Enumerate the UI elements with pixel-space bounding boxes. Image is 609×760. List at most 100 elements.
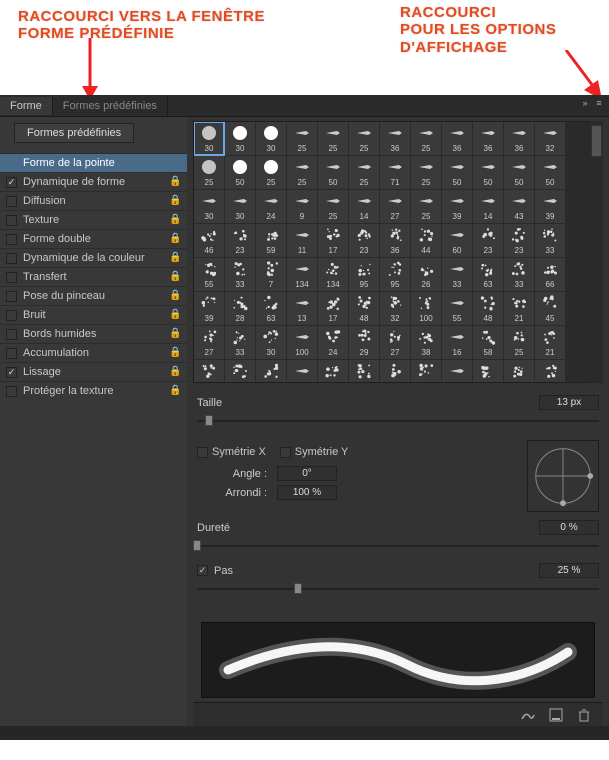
brush-swatch[interactable]: 39 [194, 292, 224, 325]
brush-swatch[interactable]: 7 [256, 258, 286, 291]
lock-icon[interactable]: 🔒 [169, 271, 181, 283]
checkbox[interactable] [6, 196, 17, 207]
tab-forme[interactable]: Forme [0, 97, 53, 115]
brush-swatch[interactable]: 17 [318, 292, 348, 325]
brush-swatch[interactable]: 25 [194, 156, 224, 189]
size-slider[interactable] [197, 414, 599, 428]
brush-swatch[interactable]: 25 [287, 360, 317, 383]
checkbox[interactable] [6, 234, 17, 245]
brush-swatch[interactable]: 25 [349, 156, 379, 189]
brush-swatch[interactable]: 80 [349, 360, 379, 383]
round-value[interactable]: 100 % [277, 485, 337, 500]
brush-swatch[interactable]: 100 [411, 292, 441, 325]
brush-swatch[interactable]: 38 [411, 326, 441, 359]
brush-swatch[interactable]: 8 [535, 360, 565, 383]
hard-slider[interactable] [197, 539, 599, 553]
option-row[interactable]: Dynamique de la couleur🔒 [0, 248, 187, 267]
preset-shapes-button[interactable]: Formes prédéfinies [14, 123, 134, 143]
brush-swatch[interactable]: 45 [411, 360, 441, 383]
brush-swatch[interactable]: 33 [504, 258, 534, 291]
menu-icon[interactable]: ≡ [593, 97, 605, 109]
brush-swatch[interactable]: 71 [380, 156, 410, 189]
brush-swatch[interactable]: 59 [256, 224, 286, 257]
checkbox[interactable] [6, 310, 17, 321]
brush-swatch[interactable]: 50 [318, 156, 348, 189]
brush-swatch[interactable]: 50 [225, 156, 255, 189]
brush-swatch[interactable]: 63 [473, 258, 503, 291]
brush-swatch[interactable]: 14 [349, 190, 379, 223]
brush-swatch[interactable]: 25 [411, 190, 441, 223]
lock-icon[interactable]: 🔒 [169, 252, 181, 264]
trash-icon[interactable] [575, 706, 593, 724]
brush-swatch[interactable]: 58 [473, 326, 503, 359]
brush-swatch[interactable]: 30 [194, 122, 224, 155]
brush-swatch[interactable]: 27 [380, 190, 410, 223]
brush-swatch[interactable]: 39 [535, 190, 565, 223]
lock-icon[interactable]: 🔒 [169, 214, 181, 226]
size-value[interactable]: 13 px [539, 395, 599, 410]
brush-swatch[interactable]: 95 [380, 258, 410, 291]
brush-swatch[interactable]: 30 [225, 190, 255, 223]
brush-swatch[interactable]: 36 [442, 122, 472, 155]
brush-swatch[interactable]: 100 [287, 326, 317, 359]
brush-swatch[interactable]: 40 [473, 360, 503, 383]
brush-scrollbar[interactable] [590, 121, 603, 383]
brush-swatch[interactable]: 27 [194, 326, 224, 359]
brush-swatch[interactable]: 95 [349, 258, 379, 291]
brush-swatch[interactable]: 44 [411, 224, 441, 257]
brush-swatch[interactable]: 55 [442, 292, 472, 325]
step-value[interactable]: 25 % [539, 563, 599, 578]
brush-swatch[interactable]: 23 [349, 224, 379, 257]
brush-swatch[interactable]: 11 [287, 224, 317, 257]
brush-swatch[interactable]: 28 [225, 292, 255, 325]
brush-swatch[interactable]: 30 [256, 122, 286, 155]
toggle-preview-icon[interactable] [519, 706, 537, 724]
expand-icon[interactable]: » [579, 97, 591, 109]
brush-swatch[interactable]: 50 [535, 156, 565, 189]
option-row[interactable]: Bruit🔒 [0, 305, 187, 324]
brush-swatch[interactable]: 24 [256, 190, 286, 223]
brush-swatch[interactable]: 50 [473, 156, 503, 189]
sym-y[interactable]: Symétrie Y [280, 446, 349, 458]
brush-swatch[interactable]: 134 [287, 258, 317, 291]
lock-icon[interactable]: 🔒 [169, 176, 181, 188]
lock-icon[interactable]: 🔒 [169, 233, 181, 245]
brush-swatch[interactable]: 33 [442, 258, 472, 291]
brush-swatch[interactable]: 32 [535, 122, 565, 155]
angle-value[interactable]: 0° [277, 466, 337, 481]
checkbox[interactable] [6, 215, 17, 226]
lock-icon[interactable]: 🔒 [169, 309, 181, 321]
lock-icon[interactable]: 🔒 [169, 195, 181, 207]
brush-swatch[interactable]: 21 [504, 292, 534, 325]
brush-swatch[interactable]: 30 [194, 360, 224, 383]
brush-swatch[interactable]: 25 [287, 156, 317, 189]
angle-compass[interactable] [527, 440, 599, 512]
brush-swatch[interactable]: 23 [225, 224, 255, 257]
brush-swatch[interactable]: 66 [535, 258, 565, 291]
brush-swatch[interactable]: 26 [411, 258, 441, 291]
checkbox[interactable] [6, 348, 17, 359]
sym-x[interactable]: Symétrie X [197, 446, 266, 458]
brush-swatch[interactable]: 25 [411, 122, 441, 155]
brush-swatch[interactable]: 25 [287, 122, 317, 155]
checkbox[interactable] [6, 177, 17, 188]
checkbox[interactable] [6, 367, 17, 378]
brush-swatch[interactable]: 30 [380, 360, 410, 383]
brush-swatch[interactable]: 25 [349, 122, 379, 155]
option-row[interactable]: Texture🔒 [0, 210, 187, 229]
option-row[interactable]: Bords humides🔒 [0, 324, 187, 343]
brush-swatch[interactable]: 36 [380, 122, 410, 155]
option-row[interactable]: Lissage🔒 [0, 362, 187, 381]
brush-swatch[interactable]: 134 [318, 258, 348, 291]
brush-swatch[interactable]: 25 [256, 156, 286, 189]
brush-swatch[interactable]: 30 [256, 326, 286, 359]
brush-swatch[interactable]: 25 [318, 122, 348, 155]
checkbox[interactable] [6, 291, 17, 302]
lock-icon[interactable]: 🔒 [169, 347, 181, 359]
brush-swatch[interactable]: 46 [194, 224, 224, 257]
brush-swatch[interactable]: 25 [318, 360, 348, 383]
brush-swatch[interactable]: 36 [380, 224, 410, 257]
brush-swatch[interactable]: 33 [225, 258, 255, 291]
brush-swatch[interactable]: 50 [442, 156, 472, 189]
brush-swatch[interactable]: 43 [504, 190, 534, 223]
